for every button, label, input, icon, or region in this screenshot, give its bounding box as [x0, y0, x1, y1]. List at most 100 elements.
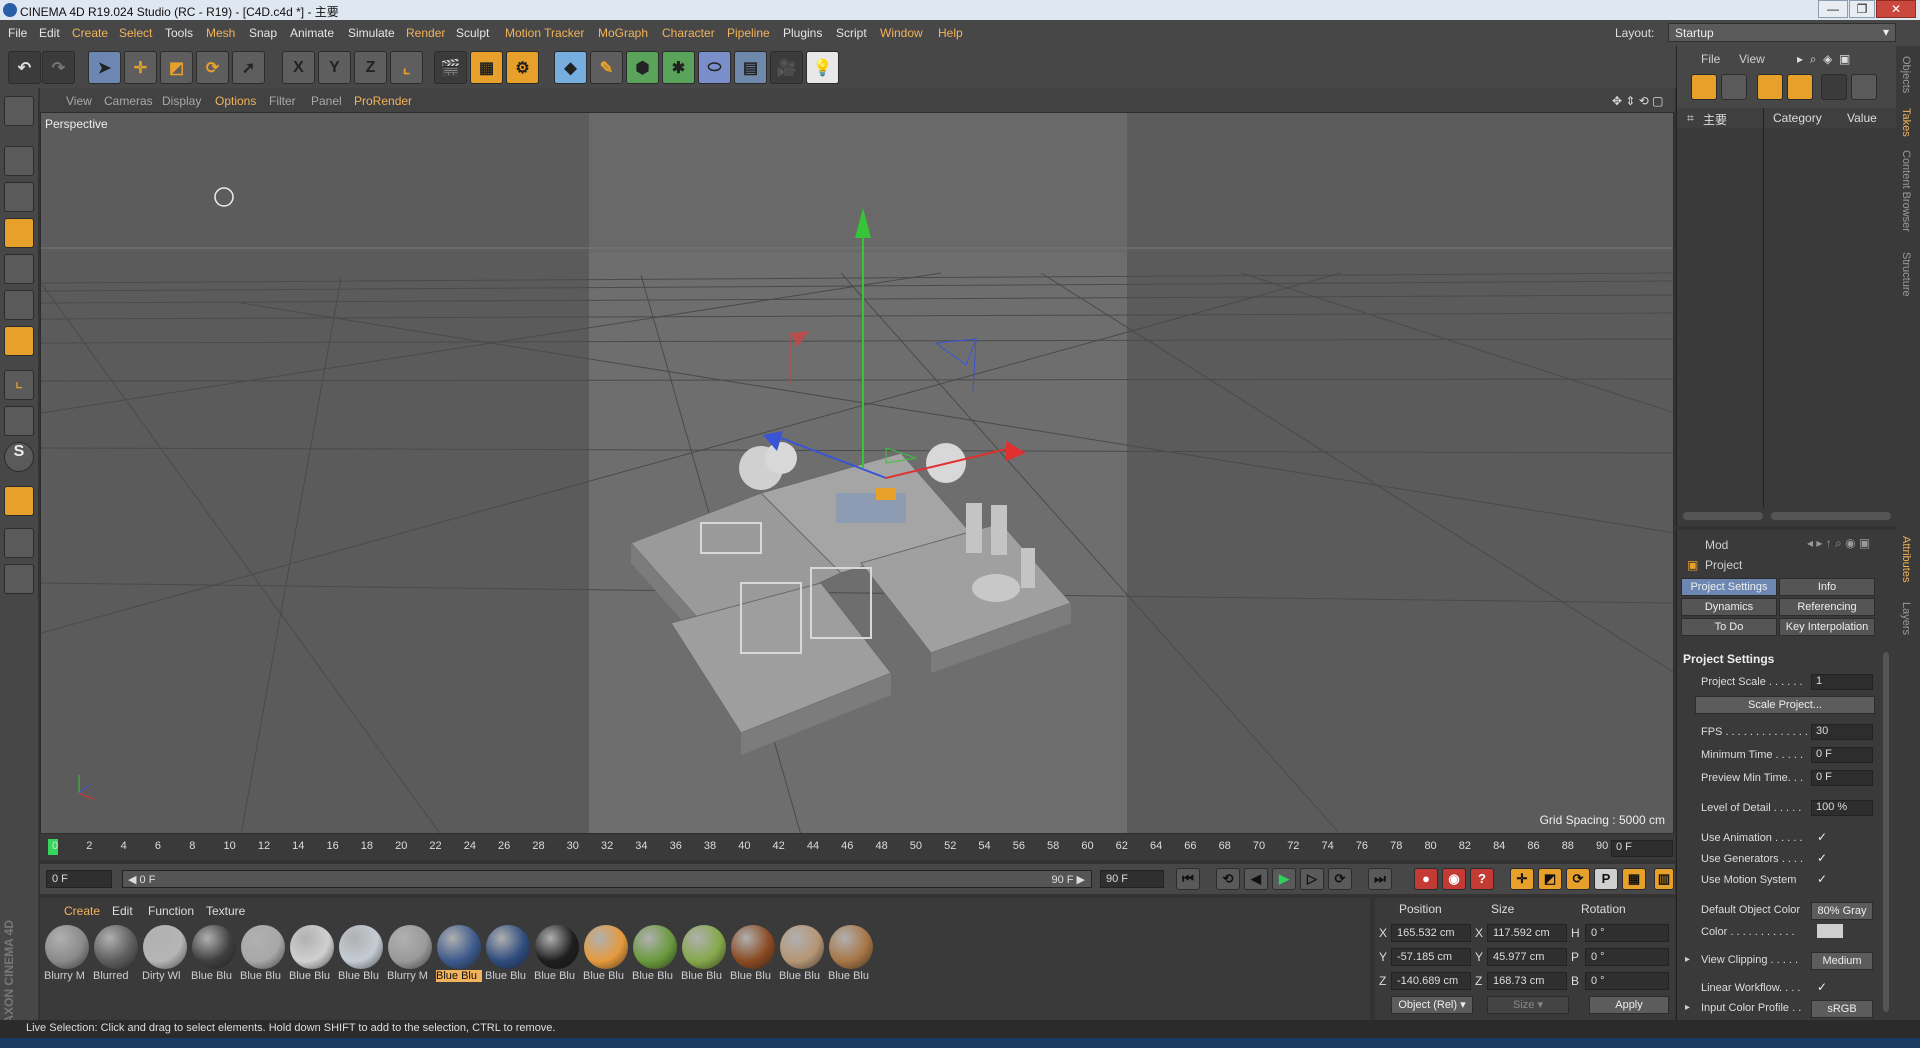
play-button[interactable]: ▶ [1272, 868, 1296, 890]
viewport-menu-cameras[interactable]: Cameras [104, 94, 153, 108]
pen-button[interactable]: ✎ [590, 51, 623, 84]
viewport-menu-prorender[interactable]: ProRender [354, 94, 412, 108]
menu-animate[interactable]: Animate [290, 26, 334, 40]
color-swatch[interactable] [1817, 924, 1843, 938]
project-scale-field[interactable]: 1 [1811, 674, 1873, 690]
side-tab-content-browser[interactable]: Content Browser [1900, 150, 1912, 232]
timeline-layout-button[interactable]: ▥ [1654, 868, 1674, 890]
take-render-button[interactable] [1821, 74, 1847, 100]
material-swatch[interactable]: Blue Blu [779, 924, 825, 990]
menu-select[interactable]: Select [119, 26, 152, 40]
expand-arrow-icon[interactable]: ▸ [1685, 1002, 1690, 1013]
default-object-color-select[interactable]: 80% Gray [1811, 902, 1873, 920]
menu-mesh[interactable]: Mesh [206, 26, 235, 40]
take-lock-button[interactable] [1851, 74, 1877, 100]
menu-character[interactable]: Character [662, 26, 715, 40]
go-to-end-button[interactable]: ⏭ [1368, 868, 1392, 890]
autokeying-button[interactable]: ◉ [1442, 868, 1466, 890]
attribute-nav-icons[interactable]: ◂ ▸ ↑ ⌕ ◉ ▣ [1807, 536, 1870, 551]
keyframe-selection-button[interactable]: ? [1470, 868, 1494, 890]
position-x-field[interactable]: 165.532 cm [1391, 924, 1471, 942]
material-swatch[interactable]: Blue Blu [681, 924, 727, 990]
attribute-mode-menu[interactable]: Mod [1705, 538, 1728, 552]
tab-key-interpolation[interactable]: Key Interpolation [1779, 618, 1875, 636]
next-frame-button[interactable]: ▷ [1300, 868, 1324, 890]
menu-plugins[interactable]: Plugins [783, 26, 822, 40]
side-tab-objects[interactable]: Objects [1900, 56, 1912, 93]
make-editable-button[interactable] [4, 96, 34, 126]
input-color-profile-select[interactable]: sRGB [1811, 1000, 1873, 1018]
linear-workflow-checkbox[interactable]: ✓ [1817, 980, 1827, 994]
live-selection-button[interactable]: ➤ [88, 51, 121, 84]
axis-mode-button[interactable]: ⌞ [4, 370, 34, 400]
previous-key-button[interactable]: ⟲ [1216, 868, 1240, 890]
menu-simulate[interactable]: Simulate [348, 26, 395, 40]
size-x-field[interactable]: 117.592 cm [1487, 924, 1567, 942]
undo-button[interactable]: ↶ [8, 51, 41, 84]
subdivision-button[interactable]: ⬢ [626, 51, 659, 84]
coordinate-mode-select[interactable]: Object (Rel) ▾ [1391, 996, 1473, 1014]
side-tab-takes[interactable]: Takes [1900, 108, 1912, 137]
record-position-button[interactable]: ✛ [1510, 868, 1534, 890]
menu-script[interactable]: Script [836, 26, 867, 40]
move-tool-button[interactable]: ✛ [124, 51, 157, 84]
timeline-ruler[interactable]: 0 2 4 6 8 10 12 14 16 18 20 22 24 26 28 30 32 34 36 38 40 42 4… [40, 834, 1675, 860]
preview-min-time-field[interactable]: 0 F [1811, 770, 1873, 786]
edges-mode-button[interactable] [4, 290, 34, 320]
menu-render[interactable]: Render [406, 26, 445, 40]
object-menu-view[interactable]: View [1739, 52, 1765, 66]
menu-tools[interactable]: Tools [165, 26, 193, 40]
close-button[interactable]: ✕ [1876, 0, 1916, 18]
use-generators-checkbox[interactable]: ✓ [1817, 851, 1827, 865]
menu-help[interactable]: Help [938, 26, 963, 40]
render-settings-button[interactable]: ⚙ [506, 51, 539, 84]
tab-to-do[interactable]: To Do [1681, 618, 1777, 636]
workplane-lock-button[interactable] [4, 528, 34, 558]
auto-take-button[interactable] [1757, 74, 1783, 100]
model-mode-button[interactable] [4, 146, 34, 176]
material-tab-function[interactable]: Function [148, 904, 194, 918]
use-animation-checkbox[interactable]: ✓ [1817, 830, 1827, 844]
tab-project-settings[interactable]: Project Settings [1681, 578, 1777, 596]
object-manager-tool-icons[interactable]: ▸ ⌕ ◈ ▣ [1797, 52, 1850, 67]
points-mode-button[interactable] [4, 254, 34, 284]
texture-mode-button[interactable] [4, 182, 34, 212]
use-motion-system-checkbox[interactable]: ✓ [1817, 872, 1827, 886]
z-axis-button[interactable]: Z [354, 51, 387, 84]
apply-button[interactable]: Apply [1589, 996, 1669, 1014]
menu-edit[interactable]: Edit [39, 26, 60, 40]
attribute-scrollbar[interactable] [1883, 652, 1889, 1012]
start-frame-field[interactable]: 0 F [46, 870, 112, 888]
redo-button[interactable]: ↷ [42, 51, 75, 84]
x-axis-button[interactable]: X [282, 51, 315, 84]
material-swatch[interactable]: Blue Blu [485, 924, 531, 990]
level-of-detail-field[interactable]: 100 % [1811, 800, 1873, 816]
viewport-perspective[interactable]: Perspective Grid Spacing : 5000 cm [40, 112, 1674, 834]
menu-sculpt[interactable]: Sculpt [456, 26, 489, 40]
polygons-mode-button[interactable] [4, 326, 34, 356]
material-tab-edit[interactable]: Edit [112, 904, 133, 918]
next-key-button[interactable]: ⟳ [1328, 868, 1352, 890]
deformer-button[interactable]: ⬭ [698, 51, 731, 84]
material-swatch[interactable]: Blue Blu [191, 924, 237, 990]
size-y-field[interactable]: 45.977 cm [1487, 948, 1567, 966]
floor-button[interactable]: ▤ [734, 51, 767, 84]
material-swatch[interactable]: Blue Blu [534, 924, 580, 990]
rotation-p-field[interactable]: 0 ° [1585, 948, 1669, 966]
render-queue-button[interactable] [1691, 74, 1717, 100]
workplane-button[interactable] [4, 218, 34, 248]
material-swatch[interactable]: Blue Blu [240, 924, 286, 990]
tab-info[interactable]: Info [1779, 578, 1875, 596]
menu-motion-tracker[interactable]: Motion Tracker [505, 26, 584, 40]
solo-button[interactable]: S [4, 442, 34, 472]
material-swatch[interactable]: Blue Blu [436, 924, 482, 990]
material-swatch[interactable]: Blurry M [387, 924, 433, 990]
layout-select[interactable]: Startup ▾ [1668, 23, 1896, 42]
viewport-menu-options[interactable]: Options [215, 94, 256, 108]
go-to-start-button[interactable]: ⏮ [1176, 868, 1200, 890]
material-swatch[interactable]: Blue Blu [583, 924, 629, 990]
cube-button[interactable]: ◆ [554, 51, 587, 84]
recent-tool-button[interactable]: ➚ [232, 51, 265, 84]
light-button[interactable]: 💡 [806, 51, 839, 84]
material-swatch[interactable]: Blue Blu [338, 924, 384, 990]
